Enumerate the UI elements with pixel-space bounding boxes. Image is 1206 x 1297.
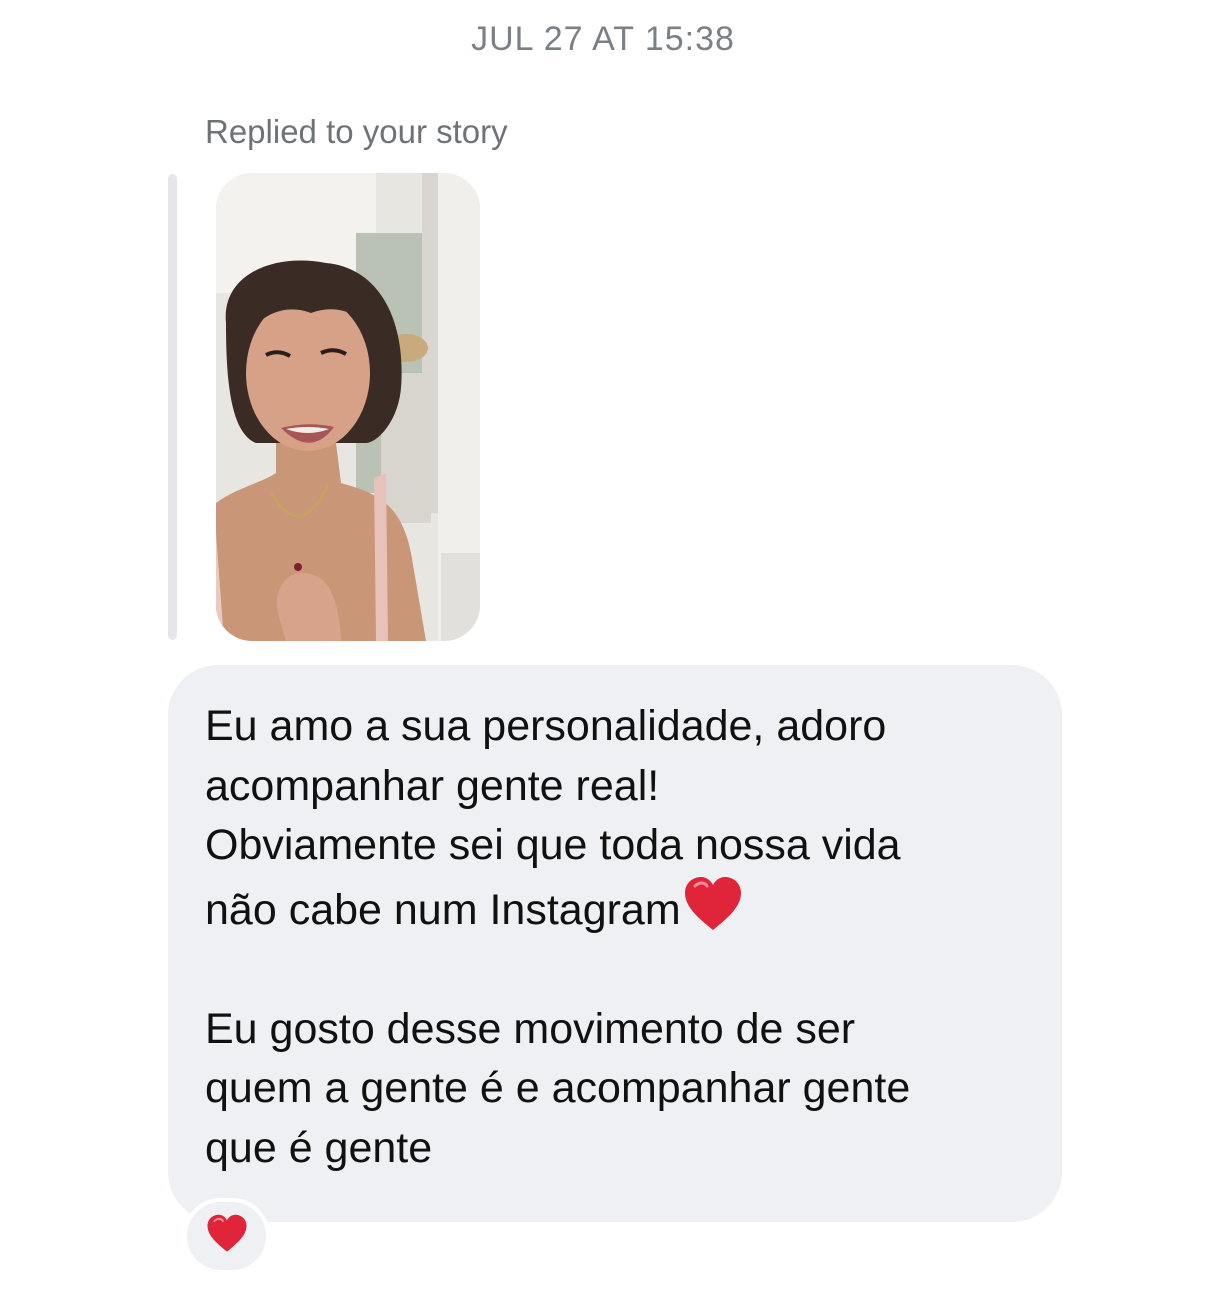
message-line: acompanhar gente real! (205, 761, 660, 810)
reply-quote-bar (168, 174, 177, 640)
reaction-badge[interactable] (183, 1198, 270, 1274)
message-line: que é gente (205, 1123, 433, 1172)
timestamp: JUL 27 AT 15:38 (471, 20, 735, 58)
message-line: Obviamente sei que toda nossa vida (205, 821, 901, 869)
message-line: Eu gosto desse movimento de ser (205, 1004, 856, 1053)
message-line: quem a gente é e acompanhar gente (205, 1064, 911, 1112)
message-line: Eu amo a sua personalidade, adoro (205, 702, 887, 750)
replied-to-story-label: Replied to your story (205, 113, 508, 150)
red-heart-icon (683, 876, 743, 932)
message-text: Eu amo a sua personalidade, adoro acompa… (205, 697, 1045, 1178)
story-thumbnail[interactable] (216, 173, 480, 641)
red-heart-icon (206, 1214, 248, 1258)
message-line: não cabe num Instagram (205, 885, 681, 934)
